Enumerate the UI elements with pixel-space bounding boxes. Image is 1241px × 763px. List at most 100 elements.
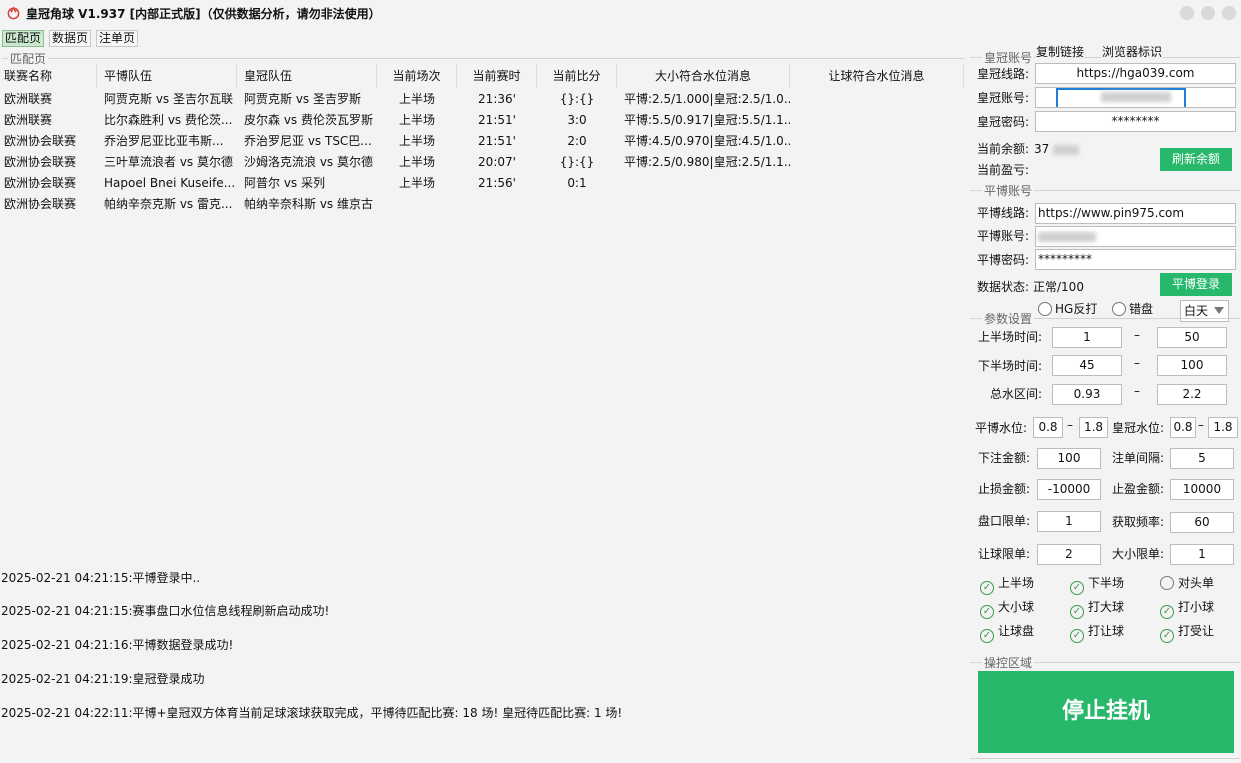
first-half-max-input[interactable]: 50 [1157,327,1227,348]
total-water-max-input[interactable]: 2.2 [1157,384,1227,405]
radio-icon [1038,302,1052,316]
tab-match[interactable]: 匹配页 [2,30,45,47]
copy-link[interactable]: 复制链接 [1036,43,1085,61]
crown-account-input[interactable] [1035,87,1236,108]
col-header-period[interactable]: 当前场次 [377,64,457,88]
bet-amount-input[interactable]: 100 [1037,448,1101,469]
pin-account-label: 平博账号: [977,229,1030,243]
refresh-balance-button[interactable]: 刷新余额 [1160,148,1232,171]
handicap-limit-label: 让球限单: [978,547,1031,561]
cell-overunder-msg: 平博:4.5/0.970|皇冠:4.5/1.0... [624,134,790,148]
crown-line-input[interactable]: https://hga039.com [1035,63,1236,84]
close-button[interactable] [1222,6,1236,20]
stop-loss-input[interactable]: -10000 [1037,479,1101,500]
wrong-plate-radio[interactable]: 错盘 [1112,300,1153,318]
pin-account-input[interactable] [1035,226,1236,247]
pin-water-max-input[interactable]: 1.8 [1079,417,1108,438]
check-option[interactable]: ✓ 让球盘 [980,623,1034,643]
crown-password-input[interactable]: ******** [1035,111,1236,132]
cell-crown-teams: 皮尔森 vs 费伦茨瓦罗斯 [244,113,373,127]
crown-water-max-input[interactable]: 1.8 [1208,417,1238,438]
cell-handicap-msg [790,89,964,110]
check-circle-icon: ✓ [980,581,994,595]
check-option-label: 对头单 [1178,576,1215,590]
col-header-match-time[interactable]: 当前赛时 [457,64,537,88]
strategy-checks: ✓ 上半场 ✓ 下半场 对头单 ✓ 大小球 ✓ 打大球 ✓ 打小球 ✓ 让球盘 ✓ 打让球 ✓ 打受让 [980,575,1240,645]
crown-line-label: 皇冠线路: [977,67,1030,81]
col-header-handicap-msg[interactable]: 让球符合水位消息 [790,64,964,88]
hg-reverse-radio[interactable]: HG反打 [1038,300,1097,318]
masked-pin-account [1038,231,1096,242]
cell-period: 上半场 [398,92,435,106]
fetch-freq-label: 获取频率: [1112,515,1165,529]
hg-reverse-label: HG反打 [1055,302,1098,316]
handicap-limit-input[interactable]: 2 [1037,544,1101,565]
crown-water-min-input[interactable]: 0.8 [1170,417,1196,438]
first-half-min-input[interactable]: 1 [1052,327,1122,348]
check-circle-icon: ✓ [1070,629,1084,643]
browser-id[interactable]: 浏览器标识 [1102,43,1163,61]
pin-password-input[interactable]: ********* [1035,249,1236,270]
col-header-overunder-msg[interactable]: 大小符合水位消息 [617,64,790,88]
check-option[interactable]: ✓ 下半场 [1070,575,1124,595]
col-header-crown-teams[interactable]: 皇冠队伍 [237,64,377,88]
col-header-league[interactable]: 联赛名称 [0,64,97,88]
check-option[interactable]: ✓ 打受让 [1160,623,1214,643]
cell-handicap-msg [790,173,964,194]
check-circle-icon: ✓ [1070,605,1084,619]
cell-handicap-msg [790,194,964,215]
pin-water-label: 平博水位: [975,421,1028,435]
range-dash: – [1067,418,1073,432]
second-half-min-input[interactable]: 45 [1052,355,1122,376]
plate-limit-input[interactable]: 1 [1037,511,1101,532]
cell-match-time: 21:51' [478,134,516,148]
pin-line-input[interactable]: https://www.pin975.com [1035,203,1236,224]
table-row[interactable]: 欧洲协会联赛 Hapoel Bnei Kuseife... 阿普尔 vs 采列 上半场… [0,173,964,194]
second-half-max-input[interactable]: 100 [1157,355,1227,376]
total-water-min-input[interactable]: 0.93 [1052,384,1122,405]
col-header-pin-teams[interactable]: 平博队伍 [97,64,237,88]
control-group-label: 操控区域 [982,654,1035,671]
table-row[interactable]: 欧洲协会联赛 三叶草流浪者 vs 莫尔德 沙姆洛克流浪 vs 莫尔德 上半场 20:07… [0,152,964,173]
stop-auto-button[interactable]: 停止挂机 [978,671,1234,753]
check-option-label: 打让球 [1088,624,1125,638]
check-option[interactable]: ✓ 打小球 [1160,599,1214,619]
minimize-button[interactable] [1180,6,1194,20]
range-dash: – [1198,418,1204,432]
cell-period: 上半场 [398,176,435,190]
table-row[interactable]: 欧洲协会联赛 乔治罗尼亚比亚韦斯... 乔治罗尼亚 vs TSC巴... 上半场 21:… [0,131,964,152]
col-header-score[interactable]: 当前比分 [537,64,617,88]
check-option[interactable]: ✓ 打大球 [1070,599,1124,619]
overunder-limit-input[interactable]: 1 [1170,544,1234,565]
take-profit-label: 止盈金额: [1112,482,1165,496]
table-row[interactable]: 欧洲联赛 比尔森胜利 vs 费伦茨... 皮尔森 vs 费伦茨瓦罗斯 上半场 21:51… [0,110,964,131]
wrong-plate-label: 错盘 [1129,302,1154,316]
check-option[interactable]: ✓ 大小球 [980,599,1034,619]
tab-data[interactable]: 数据页 [49,30,92,47]
fetch-freq-input[interactable]: 60 [1170,512,1234,533]
pin-login-button[interactable]: 平博登录 [1160,273,1232,296]
bet-interval-input[interactable]: 5 [1170,448,1234,469]
table-row[interactable]: 欧洲联赛 阿贾克斯 vs 圣吉尔瓦联 阿贾克斯 vs 圣吉罗斯 上半场 21:36' {}… [0,89,964,110]
maximize-button[interactable] [1201,6,1215,20]
match-group-border [2,58,964,59]
params-group-label: 参数设置 [982,310,1035,327]
first-half-label: 上半场时间: [978,330,1043,344]
check-option[interactable]: ✓ 上半场 [980,575,1034,595]
cell-crown-teams: 乔治罗尼亚 vs TSC巴... [244,134,372,148]
cell-league: 欧洲协会联赛 [4,155,77,169]
log-line: 2025-02-21 04:21:15:平博登录中.. [1,571,201,585]
table-row[interactable]: 欧洲协会联赛 帕纳辛奈克斯 vs 雷克... 帕纳辛奈科斯 vs 维京古 [0,194,964,215]
check-option[interactable]: ✓ 打让球 [1070,623,1124,643]
cell-period: 上半场 [398,113,435,127]
cell-pin-teams: 阿贾克斯 vs 圣吉尔瓦联 [104,92,233,106]
cell-match-time: 20:07' [478,155,516,169]
cell-match-time: 21:51' [478,113,516,127]
check-option[interactable]: 对头单 [1160,575,1214,591]
tab-bets[interactable]: 注单页 [96,30,139,47]
stop-loss-label: 止损金额: [978,482,1031,496]
take-profit-input[interactable]: 10000 [1170,479,1234,500]
cell-handicap-msg [790,152,964,173]
cell-crown-teams: 阿贾克斯 vs 圣吉罗斯 [244,92,361,106]
pin-water-min-input[interactable]: 0.8 [1033,417,1063,438]
